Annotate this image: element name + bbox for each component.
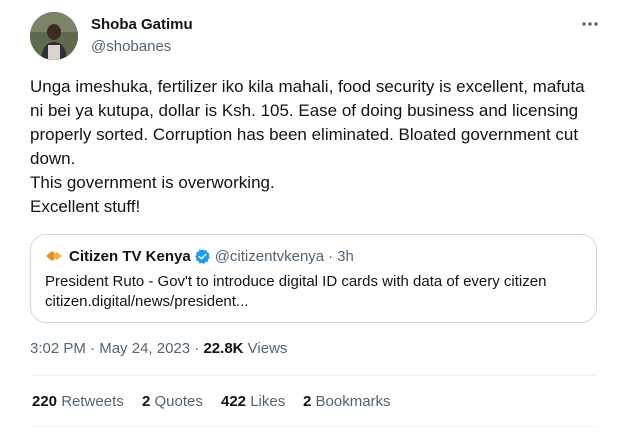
- quoted-tweet-text: President Ruto - Gov't to introduce digi…: [45, 272, 585, 312]
- author-name[interactable]: Shoba Gatimu: [91, 15, 193, 35]
- quoted-author-name[interactable]: Citizen TV Kenya: [69, 248, 191, 265]
- quoted-text-line: President Ruto - Gov't to introduce digi…: [45, 273, 547, 290]
- tweet-meta: 3:02 PM · May 24, 2023 · 22.8K Views: [30, 339, 287, 359]
- quotes-stat[interactable]: 2 Quotes: [142, 392, 203, 412]
- divider: [30, 375, 597, 376]
- quoted-tweet[interactable]: Citizen TV Kenya @citizentvkenya · 3h Pr…: [30, 234, 597, 323]
- quotes-count: 2: [142, 393, 151, 410]
- views-count: 22.8K: [203, 340, 244, 357]
- tweet-date[interactable]: May 24, 2023: [99, 340, 190, 357]
- verified-badge-icon: [194, 248, 210, 264]
- tweet: Shoba Gatimu @shobanes Unga imeshuka, fe…: [0, 0, 627, 438]
- quoted-separator: ·: [328, 247, 334, 265]
- quoted-link-line: citizen.digital/news/president...: [45, 293, 249, 310]
- likes-count: 422: [221, 393, 247, 410]
- likes-label: Likes: [250, 393, 286, 410]
- likes-stat[interactable]: 422 Likes: [221, 392, 285, 412]
- bookmarks-label: Bookmarks: [315, 393, 391, 410]
- citizen-tv-logo-icon: [46, 251, 62, 261]
- ellipsis-icon: [582, 22, 598, 26]
- avatar-photo-icon: [30, 12, 78, 60]
- views-label: Views: [247, 340, 288, 357]
- bookmarks-count: 2: [303, 393, 312, 410]
- author-handle[interactable]: @shobanes: [91, 37, 171, 57]
- tweet-time[interactable]: 3:02 PM: [30, 340, 86, 357]
- more-options-button[interactable]: [575, 12, 605, 36]
- retweets-label: Retweets: [61, 393, 124, 410]
- retweets-count: 220: [32, 393, 58, 410]
- meta-separator: ·: [90, 340, 96, 357]
- tweet-text: Unga imeshuka, fertilizer iko kila mahal…: [30, 77, 585, 216]
- quotes-label: Quotes: [154, 393, 203, 410]
- divider: [30, 426, 597, 427]
- quoted-author-handle[interactable]: @citizentvkenya: [215, 248, 324, 265]
- meta-separator: ·: [194, 340, 200, 357]
- avatar[interactable]: [30, 12, 78, 60]
- bookmarks-stat[interactable]: 2 Bookmarks: [303, 392, 391, 412]
- quoted-tweet-header: Citizen TV Kenya @citizentvkenya · 3h: [45, 246, 354, 266]
- quoted-time[interactable]: 3h: [337, 248, 354, 265]
- retweets-stat[interactable]: 220 Retweets: [32, 392, 124, 412]
